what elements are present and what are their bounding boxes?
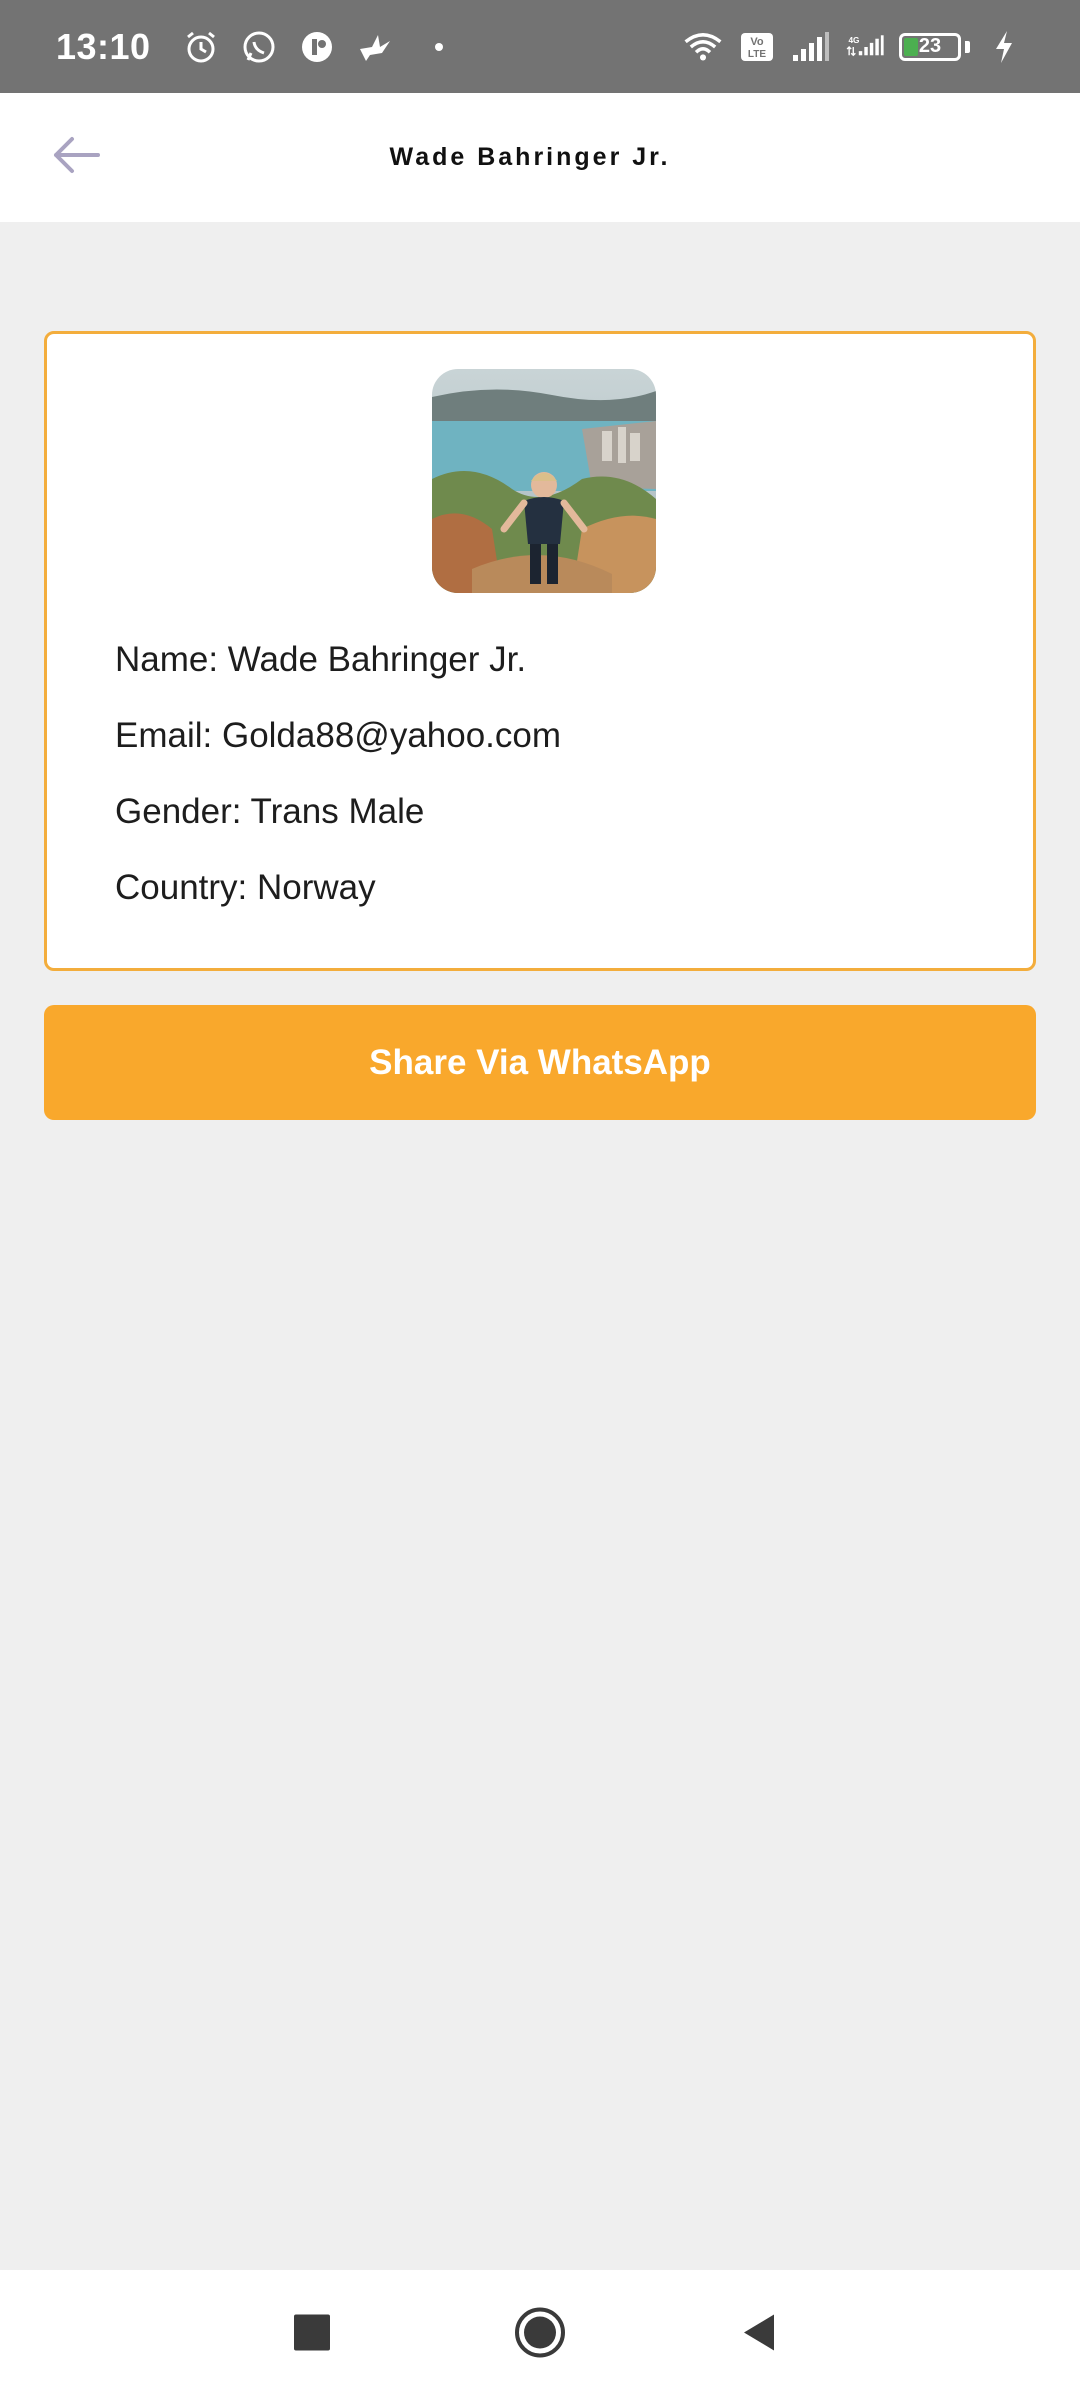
home-button[interactable]: [512, 2305, 568, 2366]
email-text: Email: Golda88@yahoo.com: [115, 716, 562, 755]
app-icon: [297, 27, 337, 67]
back-button[interactable]: [46, 128, 106, 188]
recents-square-icon: [290, 2311, 334, 2360]
bird-icon: [355, 27, 395, 67]
svg-text:4G: 4G: [848, 35, 859, 44]
app-bar: Wade Bahringer Jr.: [0, 93, 1080, 222]
gender-text: Gender: Trans Male: [115, 792, 425, 831]
share-whatsapp-button[interactable]: Share Via WhatsApp: [44, 1005, 1036, 1120]
charging-icon: [984, 27, 1024, 67]
arrow-left-icon: [50, 135, 102, 180]
battery-fill: [904, 37, 918, 56]
back-triangle-icon: [738, 2311, 778, 2360]
4g-signal-icon: 4G: [845, 27, 885, 67]
system-nav-bar: [0, 2270, 1080, 2400]
battery-level: 23: [918, 35, 942, 57]
svg-text:LTE: LTE: [748, 49, 766, 60]
home-circle-icon: [512, 2305, 568, 2366]
name-text: Name: Wade Bahringer Jr.: [115, 640, 527, 679]
recents-button[interactable]: [290, 2311, 334, 2360]
nav-back-button[interactable]: [738, 2311, 778, 2360]
wifi-icon: [683, 27, 723, 67]
status-right: Vo LTE 4G 23: [683, 27, 1024, 67]
battery-icon: 23: [899, 32, 961, 61]
status-left: 13:10: [56, 26, 443, 68]
status-bar: 13:10 Vo LTE 4G 23: [0, 0, 1080, 93]
status-time: 13:10: [56, 25, 151, 67]
profile-card: Name: Wade Bahringer Jr. Email: Golda88@…: [44, 331, 1036, 971]
more-notifications-dot: [434, 42, 443, 51]
country-text: Country: Norway: [115, 868, 376, 907]
whatsapp-icon: [239, 27, 279, 67]
battery-cap: [965, 40, 970, 53]
volte-icon: Vo LTE: [737, 27, 777, 67]
alarm-icon: [181, 27, 221, 67]
signal-icon: [791, 27, 831, 67]
page-title: Wade Bahringer Jr.: [389, 143, 671, 171]
avatar: [432, 369, 656, 593]
svg-text:Vo: Vo: [750, 36, 764, 48]
